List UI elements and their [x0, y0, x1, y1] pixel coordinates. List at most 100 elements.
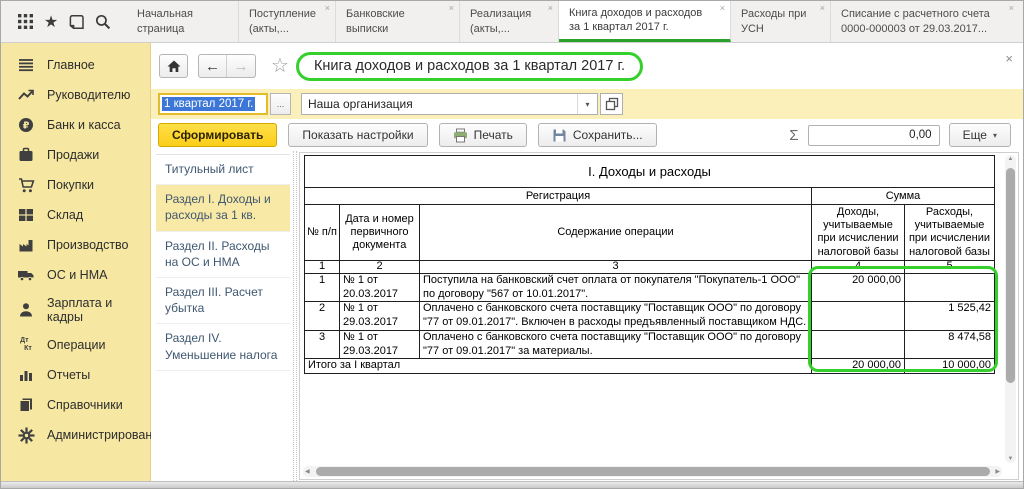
sidebar-item-bank-cash[interactable]: ₽ Банк и касса: [1, 110, 150, 140]
forward-button[interactable]: →: [227, 55, 255, 77]
total-expense[interactable]: 10 000,00: [905, 359, 995, 374]
tab-usn-expenses[interactable]: Расходы при УСН×: [731, 1, 831, 42]
cell-num[interactable]: 2: [305, 302, 340, 331]
sidebar-item-payroll[interactable]: Зарплата и кадры: [1, 290, 150, 330]
close-icon[interactable]: ×: [325, 4, 330, 13]
vertical-scroll-thumb[interactable]: [1006, 168, 1015, 383]
history-nav: ← →: [198, 54, 256, 78]
top-tab-bar: ★ Начальная страница Поступление (акты,.…: [1, 1, 1023, 43]
print-button[interactable]: Печать: [439, 123, 527, 147]
cell-num[interactable]: 1: [305, 273, 340, 302]
organization-list-button[interactable]: [600, 93, 623, 115]
col-header-doc: Дата и номер первичного документа: [340, 205, 420, 261]
section-item-section1[interactable]: Раздел I. Доходы и расходы за 1 кв.: [156, 185, 290, 231]
cell-content[interactable]: Оплачено с банковского счета поставщику …: [420, 330, 812, 359]
close-icon[interactable]: ×: [1009, 4, 1014, 13]
tab-home-page[interactable]: Начальная страница: [127, 1, 239, 42]
show-settings-button[interactable]: Показать настройки: [288, 123, 427, 147]
autosum-field[interactable]: 0,00: [808, 125, 940, 146]
period-input[interactable]: 1 квартал 2017 г.: [158, 93, 268, 115]
cell-num[interactable]: 3: [305, 330, 340, 359]
more-label: Еще: [963, 128, 987, 142]
sidebar-item-sales[interactable]: Продажи: [1, 140, 150, 170]
back-button[interactable]: ←: [199, 55, 227, 77]
tab-label: Начальная страница: [137, 7, 222, 36]
filter-bar: 1 квартал 2017 г. ... Наша организация ▾: [151, 89, 1023, 119]
sidebar-item-reports[interactable]: Отчеты: [1, 360, 150, 390]
sidebar-item-label: Отчеты: [47, 368, 90, 382]
more-button[interactable]: Еще ▾: [949, 123, 1011, 147]
sidebar-item-manager[interactable]: Руководителю: [1, 80, 150, 110]
sidebar-item-operations[interactable]: ДтКт Операции: [1, 330, 150, 360]
back-icon: ←: [205, 58, 220, 75]
home-button[interactable]: [159, 54, 188, 78]
section-item-section2[interactable]: Раздел II. Расходы на ОС и НМА: [156, 232, 290, 278]
section-item-title-page[interactable]: Титульный лист: [156, 155, 290, 185]
home-icon: [166, 58, 182, 74]
save-button[interactable]: Сохранить...: [538, 123, 657, 147]
sidebar-item-label: Продажи: [47, 148, 99, 162]
sidebar-item-production[interactable]: Производство: [1, 230, 150, 260]
cell-expense[interactable]: 8 474,58: [905, 330, 995, 359]
tab-income-expense-book[interactable]: Книга доходов и расходов за 1 квартал 20…: [559, 1, 731, 42]
dt-kt-icon: ДтКт: [17, 336, 35, 354]
cell-expense[interactable]: [905, 273, 995, 302]
total-row: Итого за I квартал 20 000,00 10 000,00: [305, 359, 995, 374]
favorites-star-icon[interactable]: ★: [41, 12, 61, 32]
chevron-down-icon[interactable]: ▾: [577, 94, 597, 114]
tab-label: Реализация (акты,...: [470, 7, 542, 36]
sidebar-item-label: Руководителю: [47, 88, 130, 102]
tab-sales-acts[interactable]: Реализация (акты,... ×: [460, 1, 559, 42]
total-label[interactable]: Итого за I квартал: [305, 359, 812, 374]
scroll-right-icon[interactable]: ▶: [995, 468, 1000, 475]
sidebar-item-main[interactable]: Главное: [1, 50, 150, 80]
sidebar-item-label: Склад: [47, 208, 83, 222]
sidebar-item-administration[interactable]: Администрирование: [1, 420, 150, 450]
search-icon[interactable]: [93, 12, 113, 32]
cell-doc[interactable]: № 1 от 29.03.2017: [340, 302, 420, 331]
sidebar-item-warehouse[interactable]: Склад: [1, 200, 150, 230]
total-income[interactable]: 20 000,00: [812, 359, 905, 374]
close-icon[interactable]: ×: [449, 4, 454, 13]
scroll-down-icon[interactable]: ▼: [1005, 456, 1016, 462]
tab-bank-writeoff[interactable]: Списание с расчетного счета 0000-000003 …: [831, 1, 1019, 42]
spreadsheet-area: I. Доходы и расходы Регистрация Сумма № …: [299, 152, 1019, 480]
sidebar-item-label: Справочники: [47, 398, 123, 412]
organization-combobox[interactable]: Наша организация ▾: [301, 93, 598, 115]
cell-content[interactable]: Оплачено с банковского счета поставщику …: [420, 302, 812, 331]
report-sections-panel: Титульный лист Раздел I. Доходы и расход…: [156, 154, 290, 478]
cell-doc[interactable]: № 1 от 20.03.2017: [340, 273, 420, 302]
close-icon[interactable]: ×: [548, 4, 553, 13]
menu-grid-icon[interactable]: [15, 12, 35, 32]
period-picker-button[interactable]: ...: [270, 93, 291, 115]
scroll-left-icon[interactable]: ◀: [305, 468, 310, 475]
scroll-up-icon[interactable]: ▲: [1005, 156, 1016, 162]
cell-doc[interactable]: № 1 от 29.03.2017: [340, 330, 420, 359]
sidebar-item-purchases[interactable]: Покупки: [1, 170, 150, 200]
history-icon[interactable]: [67, 12, 87, 32]
cell-income[interactable]: [812, 330, 905, 359]
close-icon[interactable]: ×: [720, 4, 725, 13]
cell-content[interactable]: Поступила на банковский счет оплата от п…: [420, 273, 812, 302]
sidebar-item-fixed-assets[interactable]: ОС и НМА: [1, 260, 150, 290]
favorite-toggle-icon[interactable]: ☆: [271, 56, 289, 76]
section-item-section4[interactable]: Раздел IV. Уменьшение налога: [156, 324, 290, 370]
table-row: 3 № 1 от 29.03.2017 Оплачено с банковско…: [305, 330, 995, 359]
sidebar-item-directories[interactable]: Справочники: [1, 390, 150, 420]
horizontal-scroll-thumb[interactable]: [316, 467, 990, 476]
cart-icon: [17, 176, 35, 194]
form-close-icon[interactable]: ×: [1005, 52, 1013, 65]
horizontal-scrollbar[interactable]: ◀ ▶: [303, 466, 1002, 477]
col-header-content: Содержание операции: [420, 205, 812, 261]
cell-income[interactable]: [812, 302, 905, 331]
cell-expense[interactable]: 1 525,42: [905, 302, 995, 331]
tab-receipts[interactable]: Поступление (акты,...×: [239, 1, 336, 42]
cell-income[interactable]: 20 000,00: [812, 273, 905, 302]
close-icon[interactable]: ×: [820, 4, 825, 13]
vertical-scrollbar[interactable]: ▲ ▼: [1005, 155, 1016, 463]
generate-button[interactable]: Сформировать: [158, 123, 277, 147]
tab-bank-statements[interactable]: Банковские выписки×: [336, 1, 460, 42]
printer-icon: [453, 128, 468, 143]
panel-splitter[interactable]: [293, 151, 297, 481]
section-item-section3[interactable]: Раздел III. Расчет убытка: [156, 278, 290, 324]
